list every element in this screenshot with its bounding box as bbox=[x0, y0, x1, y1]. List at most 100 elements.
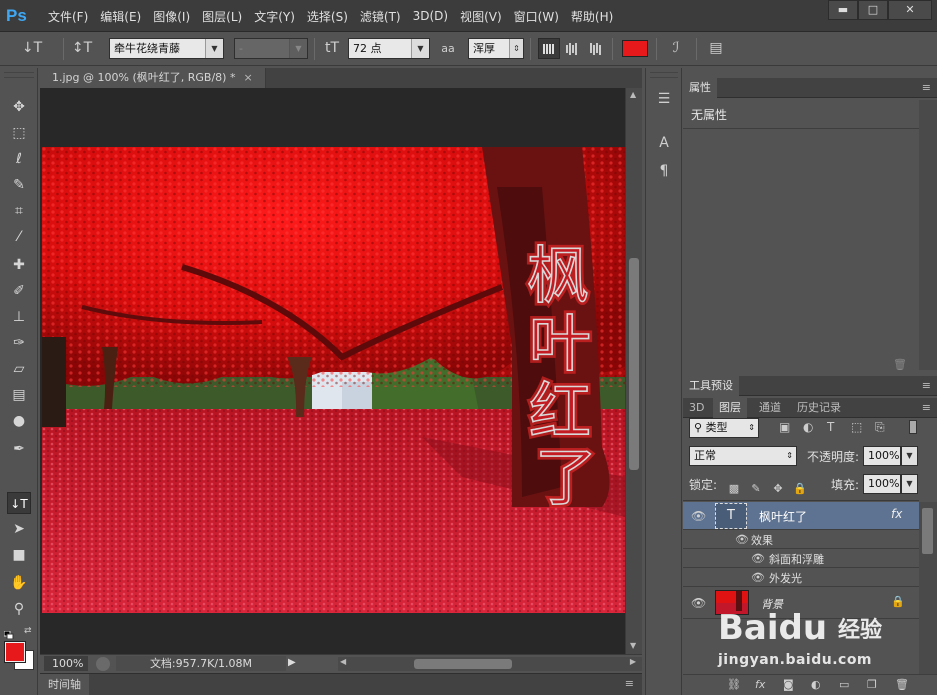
layers-scrollbar[interactable] bbox=[919, 502, 937, 674]
type-tool-preset-icon[interactable]: ↓T bbox=[14, 38, 50, 59]
text-orientation-icon[interactable]: ↕T bbox=[70, 38, 94, 59]
layer-name[interactable]: 枫叶红了 bbox=[759, 508, 807, 525]
close-button[interactable]: ✕ bbox=[888, 0, 932, 20]
zoom-level[interactable]: 100% bbox=[44, 656, 88, 671]
eye-icon[interactable]: 👁 bbox=[751, 571, 765, 584]
document-tab[interactable]: 1.jpg @ 100% (枫叶红了, RGB/8) * × bbox=[40, 68, 266, 88]
menu-item[interactable]: 图层(L) bbox=[196, 8, 248, 25]
lasso-tool-icon[interactable]: ℓ bbox=[7, 148, 31, 170]
path-select-tool-icon[interactable]: ➤ bbox=[7, 518, 31, 540]
eraser-tool-icon[interactable]: ▱ bbox=[7, 358, 31, 380]
scroll-up-icon[interactable]: ▲ bbox=[630, 90, 636, 99]
menu-item[interactable]: 编辑(E) bbox=[94, 8, 147, 25]
character-panel-icon[interactable]: ▤ bbox=[704, 38, 728, 59]
rectangle-tool-icon[interactable]: ■ bbox=[7, 544, 31, 566]
menu-item[interactable]: 帮助(H) bbox=[565, 8, 619, 25]
effects-row[interactable]: 👁 效果 bbox=[683, 530, 919, 549]
foreground-color-swatch[interactable] bbox=[4, 641, 26, 663]
eye-icon[interactable]: 👁 bbox=[691, 596, 706, 610]
effect-outer-glow-row[interactable]: 👁 外发光 bbox=[683, 568, 919, 587]
panel-menu-icon[interactable]: ≡ bbox=[625, 677, 634, 690]
menu-item[interactable]: 文件(F) bbox=[42, 8, 94, 25]
filter-smart-object-icon[interactable]: ⎘ bbox=[875, 420, 885, 435]
layer-filter-dropdown[interactable]: ⚲ 类型 ⇕ bbox=[689, 418, 759, 438]
menu-item[interactable]: 窗口(W) bbox=[508, 8, 565, 25]
quick-select-tool-icon[interactable]: ✎ bbox=[7, 174, 31, 196]
lock-position-icon[interactable]: ✥ bbox=[771, 482, 785, 496]
menu-item[interactable]: 3D(D) bbox=[407, 9, 454, 23]
lock-all-icon[interactable]: 🔒 bbox=[793, 482, 807, 496]
panel-menu-icon[interactable]: ≡ bbox=[922, 379, 931, 392]
tab-history[interactable]: 历史记录 bbox=[791, 398, 847, 418]
horizontal-scroll-thumb[interactable] bbox=[414, 659, 512, 669]
properties-scrollbar[interactable] bbox=[919, 100, 937, 370]
panel-menu-icon[interactable]: ≡ bbox=[922, 401, 931, 414]
swap-colors-icon[interactable]: ⇄ bbox=[24, 626, 32, 636]
status-menu-arrow-icon[interactable]: ▶ bbox=[288, 657, 296, 668]
vertical-scroll-thumb[interactable] bbox=[629, 258, 639, 470]
canvas-area[interactable]: 枫枫叶叶红红了了 bbox=[40, 88, 625, 654]
effect-bevel-row[interactable]: 👁 斜面和浮雕 bbox=[683, 549, 919, 568]
eye-icon[interactable]: 👁 bbox=[691, 509, 706, 523]
filter-shape-icon[interactable]: ⬚ bbox=[851, 420, 862, 434]
document-image[interactable]: 枫枫叶叶红红了了 bbox=[42, 147, 625, 613]
status-info-icon[interactable] bbox=[96, 657, 110, 671]
align-center-button[interactable] bbox=[562, 38, 584, 59]
character-icon[interactable]: A bbox=[653, 132, 675, 154]
healing-brush-tool-icon[interactable]: ✚ bbox=[7, 254, 31, 276]
default-colors-icon[interactable] bbox=[3, 628, 14, 640]
brush-tool-icon[interactable]: ✐ bbox=[7, 280, 31, 302]
layer-comps-icon[interactable]: ☰ bbox=[653, 88, 675, 110]
align-right-button[interactable] bbox=[586, 38, 608, 59]
clone-stamp-tool-icon[interactable]: ⊥ bbox=[7, 306, 31, 328]
vertical-scrollbar[interactable]: ▲ ▼ bbox=[625, 88, 642, 654]
filter-adjustment-icon[interactable]: ◐ bbox=[803, 420, 813, 434]
tab-properties[interactable]: 属性 bbox=[683, 78, 717, 98]
tab-3d[interactable]: 3D bbox=[683, 398, 710, 418]
opacity-input[interactable]: 100% bbox=[863, 446, 901, 466]
filter-pixel-icon[interactable]: ▣ bbox=[779, 420, 790, 434]
fill-input[interactable]: 100% bbox=[863, 474, 901, 494]
trash-icon[interactable]: 🗑 bbox=[893, 358, 907, 371]
menu-item[interactable]: 选择(S) bbox=[301, 8, 354, 25]
canvas-text-layer[interactable]: 枫枫叶叶红红了了 bbox=[524, 236, 601, 518]
scroll-left-icon[interactable]: ◀ bbox=[340, 657, 346, 666]
tab-channels[interactable]: 通道 bbox=[753, 398, 787, 418]
chevron-down-icon[interactable]: ▼ bbox=[901, 446, 918, 466]
filter-type-icon[interactable]: T bbox=[827, 420, 834, 434]
panel-grip[interactable] bbox=[4, 72, 34, 78]
menu-item[interactable]: 图像(I) bbox=[147, 8, 196, 25]
paragraph-icon[interactable]: ¶ bbox=[653, 160, 675, 182]
timeline-tab[interactable]: 时间轴 bbox=[40, 674, 89, 695]
eye-icon[interactable]: 👁 bbox=[735, 533, 749, 546]
layer-row-text[interactable]: 👁 T 枫叶红了 fx bbox=[683, 502, 919, 530]
history-brush-tool-icon[interactable]: ✑ bbox=[7, 332, 31, 354]
menu-item[interactable]: 滤镜(T) bbox=[354, 8, 407, 25]
panel-grip[interactable] bbox=[650, 72, 678, 78]
lock-transparent-icon[interactable]: ▩ bbox=[727, 482, 741, 496]
gradient-tool-icon[interactable]: ▤ bbox=[7, 384, 31, 406]
minimize-button[interactable]: ▬ bbox=[828, 0, 858, 20]
pen-tool-icon[interactable]: ✒ bbox=[7, 438, 31, 460]
anti-alias-dropdown[interactable]: 浑厚 ⇕ bbox=[468, 38, 524, 59]
panel-menu-icon[interactable]: ≡ bbox=[922, 81, 931, 94]
horizontal-scrollbar[interactable]: ◀ ▶ bbox=[338, 657, 642, 671]
crop-tool-icon[interactable]: ⌗ bbox=[7, 200, 31, 222]
menu-item[interactable]: 视图(V) bbox=[454, 8, 508, 25]
close-tab-icon[interactable]: × bbox=[243, 71, 252, 84]
eye-icon[interactable]: 👁 bbox=[751, 552, 765, 565]
menu-item[interactable]: 文字(Y) bbox=[248, 8, 301, 25]
move-tool-icon[interactable]: ✥ bbox=[7, 96, 31, 118]
zoom-tool-icon[interactable]: ⚲ bbox=[7, 598, 31, 620]
dodge-tool-icon[interactable]: ● bbox=[7, 410, 31, 432]
chevron-down-icon[interactable]: ▼ bbox=[901, 474, 918, 494]
type-tool-icon[interactable]: ↓T bbox=[7, 492, 31, 514]
marquee-tool-icon[interactable]: ⬚ bbox=[7, 122, 31, 144]
maximize-button[interactable]: □ bbox=[858, 0, 888, 20]
tab-layers[interactable]: 图层 bbox=[713, 398, 747, 418]
scroll-right-icon[interactable]: ▶ bbox=[630, 657, 636, 666]
font-size-dropdown[interactable]: 72 点 ▼ bbox=[348, 38, 430, 59]
lock-image-icon[interactable]: ✎ bbox=[749, 482, 763, 496]
scroll-down-icon[interactable]: ▼ bbox=[630, 641, 636, 650]
font-style-dropdown[interactable]: - ▼ bbox=[234, 38, 308, 59]
